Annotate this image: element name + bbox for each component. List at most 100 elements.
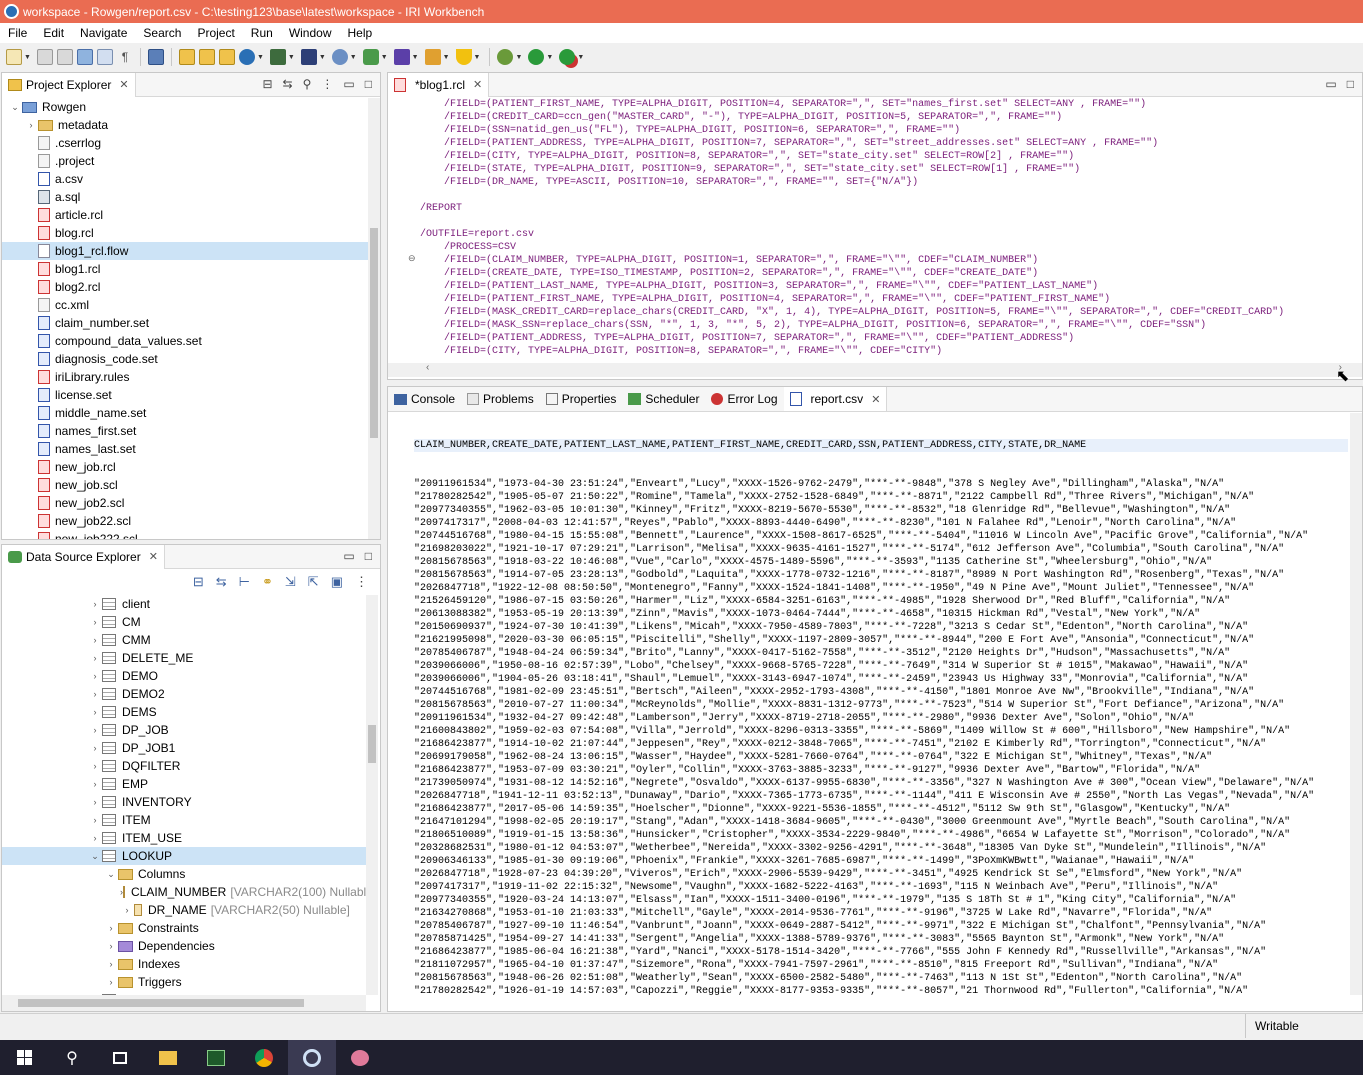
link-icon[interactable]: ⇆ [216, 574, 227, 590]
horizontal-scrollbar[interactable]: ‹ › [388, 362, 1362, 377]
maximize-icon[interactable]: □ [365, 549, 372, 563]
tree-item[interactable]: › metadata [2, 116, 368, 134]
tree-item[interactable]: › DP_JOB1 [2, 739, 366, 757]
chevron-right-icon[interactable]: › [88, 793, 102, 811]
hierarchy-icon[interactable]: ⊢ [239, 574, 250, 590]
database-icon[interactable] [362, 49, 379, 65]
horizontal-scrollbar[interactable] [2, 995, 366, 1011]
tree-item[interactable]: blog1_rcl.flow [2, 242, 368, 260]
chrome-icon[interactable] [240, 1040, 288, 1075]
search-icon[interactable]: ⚲ [48, 1040, 96, 1075]
chevron-right-icon[interactable]: › [88, 685, 102, 703]
chevron-down-icon[interactable]: ▼ [412, 54, 419, 61]
minimize-icon[interactable]: ▭ [1325, 77, 1336, 91]
windows-start-icon[interactable] [0, 1040, 48, 1075]
tree-item[interactable]: new_job2.scl [2, 494, 368, 512]
view-menu-icon[interactable]: ⋮ [321, 77, 333, 91]
tree-item[interactable]: › CM [2, 613, 366, 631]
chevron-right-icon[interactable]: › [104, 919, 118, 937]
tree-item[interactable]: › DR_NAME [VARCHAR2(50) Nullable] [2, 901, 366, 919]
tree-item[interactable]: new_job222.scl [2, 530, 368, 539]
close-icon[interactable]: ✕ [119, 78, 128, 91]
tree-item[interactable]: › Dependencies [2, 937, 366, 955]
filter-icon[interactable]: ⚲ [303, 77, 312, 91]
scrollbar-thumb[interactable] [368, 725, 376, 763]
chevron-right-icon[interactable]: › [104, 973, 118, 991]
chevron-right-icon[interactable]: › [104, 937, 118, 955]
minimize-icon[interactable]: ▭ [343, 77, 354, 91]
tab-project-explorer[interactable]: Project Explorer ✕ [2, 72, 136, 97]
chevron-right-icon[interactable]: › [88, 613, 102, 631]
tree-item[interactable]: › DP_JOB [2, 721, 366, 739]
transform-icon[interactable] [393, 49, 410, 65]
tree-item[interactable]: › ITEM_USE [2, 829, 366, 847]
tab-properties[interactable]: Properties [540, 387, 623, 411]
tree-item[interactable]: › ITEM [2, 811, 366, 829]
tree-item[interactable]: compound_data_values.set [2, 332, 368, 350]
chevron-right-icon[interactable]: › [88, 667, 102, 685]
tree-root[interactable]: ⌄ Rowgen [2, 98, 368, 116]
scrollbar[interactable] [368, 98, 380, 539]
tree-item[interactable]: › Triggers [2, 973, 366, 991]
person-icon[interactable] [424, 49, 441, 65]
chevron-down-icon[interactable]: ▼ [257, 54, 264, 61]
chevron-right-icon[interactable]: › [88, 595, 102, 613]
chevron-down-icon[interactable]: ▼ [474, 54, 481, 61]
chevron-right-icon[interactable]: › [88, 649, 102, 667]
new-icon[interactable] [6, 49, 22, 65]
open-job-icon[interactable] [198, 49, 215, 65]
chevron-right-icon[interactable]: › [104, 955, 118, 973]
import-icon[interactable] [76, 49, 93, 65]
globe-icon[interactable] [331, 49, 348, 65]
tree-item[interactable]: › DEMO2 [2, 685, 366, 703]
connect-icon[interactable]: ⚭ [262, 574, 273, 590]
chevron-right-icon[interactable]: › [24, 116, 38, 134]
close-icon[interactable]: ✕ [871, 393, 880, 406]
tree-item[interactable]: diagnosis_code.set [2, 350, 368, 368]
tab-error-log[interactable]: Error Log [705, 387, 783, 411]
tree-item[interactable]: blog.rcl [2, 224, 368, 242]
iri-logo-icon[interactable] [238, 49, 255, 65]
chevron-down-icon[interactable]: ▼ [381, 54, 388, 61]
tree-item[interactable]: › CLAIM_NUMBER [VARCHAR2(100) Nullable] [2, 883, 366, 901]
menu-file[interactable]: File [0, 26, 35, 40]
menu-run[interactable]: Run [243, 26, 281, 40]
tab-data-source-explorer[interactable]: Data Source Explorer ✕ [2, 544, 165, 569]
close-icon[interactable]: ✕ [149, 550, 158, 563]
tree-item[interactable]: › DEMO [2, 667, 366, 685]
tree-item[interactable]: ⌄ LOOKUP [2, 847, 366, 865]
tree-item[interactable]: .project [2, 152, 368, 170]
tree-item[interactable]: names_last.set [2, 440, 368, 458]
fold-icon[interactable]: ⊖ [408, 253, 416, 264]
tree-item[interactable]: › CMM [2, 631, 366, 649]
export-icon[interactable]: ⇱ [308, 574, 319, 590]
minimize-icon[interactable]: ▭ [343, 549, 354, 563]
tree-item[interactable]: ⌄ Columns [2, 865, 366, 883]
tree-item[interactable]: › DQFILTER [2, 757, 366, 775]
chevron-down-icon[interactable]: ▼ [288, 54, 295, 61]
chevron-right-icon[interactable]: › [120, 901, 134, 919]
tree-item[interactable]: a.sql [2, 188, 368, 206]
paint-icon[interactable] [336, 1040, 384, 1075]
chevron-down-icon[interactable]: ⌄ [104, 865, 118, 883]
chevron-right-icon[interactable]: › [88, 739, 102, 757]
tab-blog1-rcl[interactable]: *blog1.rcl ✕ [388, 72, 490, 97]
tree-item[interactable]: › Constraints [2, 919, 366, 937]
save-all-icon[interactable] [56, 49, 73, 65]
debug-icon[interactable] [497, 49, 514, 65]
tree-item[interactable]: license.set [2, 386, 368, 404]
import-icon[interactable]: ⇲ [285, 574, 296, 590]
menu-window[interactable]: Window [281, 26, 340, 40]
filter-icon[interactable] [300, 49, 317, 65]
menu-help[interactable]: Help [340, 26, 381, 40]
tree-item[interactable]: new_job.rcl [2, 458, 368, 476]
tree-item[interactable]: claim_number.set [2, 314, 368, 332]
link-editor-icon[interactable]: ⇆ [283, 77, 293, 91]
tree-item[interactable]: › DEMS [2, 703, 366, 721]
chevron-down-icon[interactable]: ▼ [24, 54, 31, 61]
close-icon[interactable]: ✕ [473, 78, 482, 91]
tree-item[interactable]: › INVENTORY [2, 793, 366, 811]
tree-item[interactable]: article.rcl [2, 206, 368, 224]
tree-item[interactable]: blog1.rcl [2, 260, 368, 278]
tree-item[interactable]: cc.xml [2, 296, 368, 314]
